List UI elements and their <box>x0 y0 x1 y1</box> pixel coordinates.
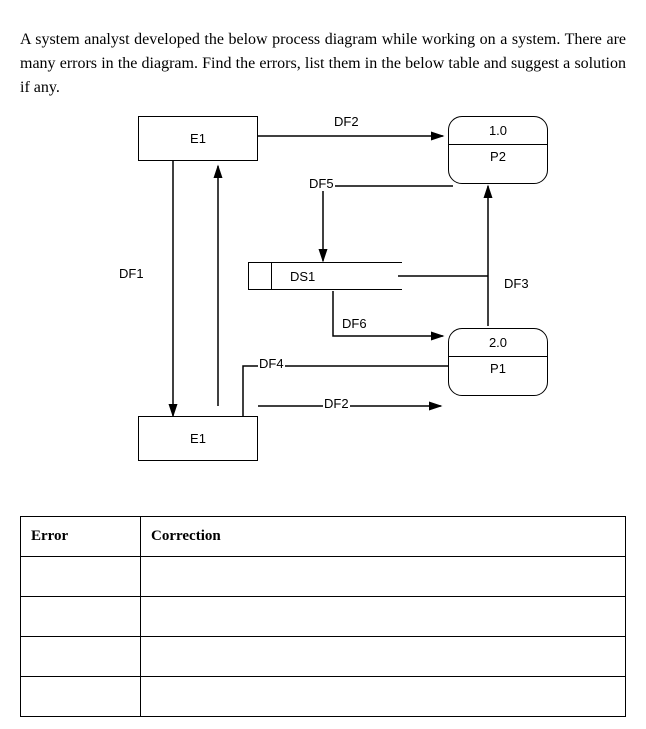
cell-correction[interactable] <box>141 677 626 717</box>
header-error: Error <box>21 517 141 557</box>
process-1: 1.0 P2 <box>448 116 548 184</box>
flow-label-df5: DF5 <box>308 176 335 191</box>
datastore-ds1: DS1 <box>248 262 402 290</box>
process-diagram: E1 E1 1.0 P2 2.0 P1 DS1 DF2 DF5 DF1 DF3 … <box>43 116 603 486</box>
intro-paragraph: A system analyst developed the below pro… <box>20 28 626 100</box>
flow-label-df2-top: DF2 <box>333 114 360 129</box>
flow-label-df2-bottom: DF2 <box>323 396 350 411</box>
process-name: P1 <box>449 356 547 380</box>
entity-e1-bottom: E1 <box>138 416 258 461</box>
table-header-row: Error Correction <box>21 517 626 557</box>
cell-correction[interactable] <box>141 557 626 597</box>
cell-correction[interactable] <box>141 637 626 677</box>
process-name: P2 <box>449 144 547 168</box>
errors-table: Error Correction <box>20 516 626 717</box>
table-row <box>21 637 626 677</box>
entity-label: E1 <box>190 431 206 446</box>
cell-error[interactable] <box>21 677 141 717</box>
cell-error[interactable] <box>21 597 141 637</box>
table-row <box>21 597 626 637</box>
header-correction: Correction <box>141 517 626 557</box>
flow-label-df1: DF1 <box>118 266 145 281</box>
flow-label-df3: DF3 <box>503 276 530 291</box>
entity-label: E1 <box>190 131 206 146</box>
process-2: 2.0 P1 <box>448 328 548 396</box>
cell-error[interactable] <box>21 557 141 597</box>
datastore-id-box <box>248 262 272 290</box>
flow-label-df6: DF6 <box>341 316 368 331</box>
flow-label-df4: DF4 <box>258 356 285 371</box>
table-row <box>21 557 626 597</box>
datastore-label: DS1 <box>290 269 315 284</box>
entity-e1-top: E1 <box>138 116 258 161</box>
cell-error[interactable] <box>21 637 141 677</box>
cell-correction[interactable] <box>141 597 626 637</box>
process-id: 1.0 <box>489 117 507 138</box>
process-id: 2.0 <box>489 329 507 350</box>
table-row <box>21 677 626 717</box>
